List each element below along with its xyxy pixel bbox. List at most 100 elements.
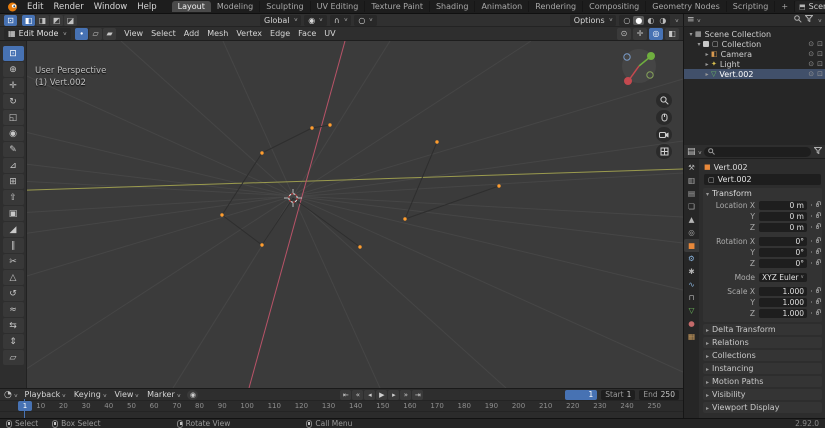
collapsed-panel-header[interactable]: Motion Paths	[703, 376, 822, 387]
outliner-row[interactable]: ▸ ✦ Light	[684, 59, 825, 69]
object-constraints-tab[interactable]: ⊓	[684, 291, 699, 304]
frame-start-field[interactable]: Start 1	[601, 390, 635, 400]
properties-editor-dropdown[interactable]: ▤	[687, 147, 701, 157]
playhead[interactable]: 1	[18, 401, 32, 411]
extrude-region-tool[interactable]: ⇧	[3, 190, 24, 205]
workspace-tab[interactable]: Texture Paint	[365, 1, 430, 12]
field-value[interactable]: 0 m	[759, 201, 807, 210]
animate-dot-icon[interactable]	[811, 240, 812, 242]
material-tab[interactable]: ●	[684, 317, 699, 330]
snapping-dropdown[interactable]: ∩	[330, 15, 352, 26]
cursor-tool[interactable]: ⊕	[3, 62, 24, 77]
expand-arrow-icon[interactable]: ▾	[687, 31, 695, 38]
scene-tab[interactable]: ▲	[684, 213, 699, 226]
collapsed-panel-header[interactable]: Delta Transform	[703, 324, 822, 335]
knife-tool[interactable]: ✂	[3, 254, 24, 269]
hide-in-viewport-icon[interactable]	[808, 40, 814, 48]
scale-tool[interactable]: ◱	[3, 110, 24, 125]
auto-keying-toggle[interactable]: ◉	[187, 390, 198, 400]
collection-checkbox[interactable]	[703, 41, 709, 47]
select-box-tool[interactable]: ⊡	[3, 46, 24, 61]
outliner-row[interactable]: ▾ ▢ Collection	[684, 39, 825, 49]
outliner-row[interactable]: ▸ ◧ Camera	[684, 49, 825, 59]
animate-dot-icon[interactable]	[811, 204, 812, 206]
active-tool-icon[interactable]: ⊡	[4, 15, 17, 26]
lock-icon[interactable]	[816, 225, 819, 229]
viewport-menu[interactable]: Edge	[266, 29, 294, 38]
poly-build-tool[interactable]: △	[3, 270, 24, 285]
editor-type-dropdown[interactable]: ≡	[687, 15, 700, 25]
field-value[interactable]: 1.000	[759, 287, 807, 296]
viewport-menu[interactable]: Add	[180, 29, 204, 38]
shear-tool[interactable]: ▱	[3, 350, 24, 365]
workspace-tab[interactable]: Compositing	[583, 1, 646, 12]
viewport-menu[interactable]: Select	[147, 29, 180, 38]
timeline-menu[interactable]: View	[111, 390, 142, 399]
field-value[interactable]: 1.000	[759, 298, 807, 307]
jump-to-start-button[interactable]: ⇤	[340, 390, 351, 400]
transform-orientation-dropdown[interactable]: Global	[260, 15, 301, 26]
texture-tab[interactable]: ▦	[684, 330, 699, 343]
expand-arrow-icon[interactable]: ▾	[695, 41, 703, 48]
annotate-tool[interactable]: ✎	[3, 142, 24, 157]
frame-end-field[interactable]: End 250	[639, 390, 679, 400]
shrink-fatten-tool[interactable]: ⇕	[3, 334, 24, 349]
workspace-tab[interactable]: Shading	[430, 1, 476, 12]
animate-dot-icon[interactable]	[811, 312, 812, 314]
toggle-perspective-button[interactable]	[656, 144, 672, 159]
current-frame-field[interactable]: 1	[565, 390, 597, 400]
viewport-canvas[interactable]	[0, 41, 683, 388]
bevel-tool[interactable]: ◢	[3, 222, 24, 237]
tool-tab[interactable]: ⚒	[684, 161, 699, 174]
topbar-menu[interactable]: Edit	[22, 2, 48, 12]
move-tool[interactable]: ✛	[3, 78, 24, 93]
shading-solid-button[interactable]: ●	[633, 16, 644, 25]
workspace-tab[interactable]: Animation	[475, 1, 529, 12]
field-value[interactable]: 0 m	[759, 212, 807, 221]
expand-arrow-icon[interactable]: ▸	[703, 71, 711, 78]
animate-dot-icon[interactable]	[811, 251, 812, 253]
mode-extend-button[interactable]: ◨	[36, 15, 49, 26]
breadcrumb-object-name[interactable]: Vert.002	[714, 163, 748, 172]
measure-tool[interactable]: ⊿	[3, 158, 24, 173]
topbar-menu[interactable]: Window	[89, 2, 133, 12]
collapsed-panel-header[interactable]: Instancing	[703, 363, 822, 374]
workspace-tab[interactable]: +	[775, 1, 795, 12]
properties-search-input[interactable]	[704, 147, 811, 157]
object-tab[interactable]: ■	[684, 239, 699, 252]
viewport-menu[interactable]: Mesh	[203, 29, 232, 38]
workspace-tab[interactable]: Scripting	[727, 1, 776, 12]
lock-icon[interactable]	[816, 289, 819, 293]
particles-tab[interactable]: ✱	[684, 265, 699, 278]
lock-icon[interactable]	[816, 239, 819, 243]
timeline-editor-dropdown[interactable]: ◔	[4, 390, 18, 400]
expand-arrow-icon[interactable]: ▸	[703, 61, 711, 68]
previous-frame-button[interactable]: ◂	[364, 390, 375, 400]
lock-icon[interactable]	[816, 300, 819, 304]
lock-icon[interactable]	[816, 261, 819, 265]
spin-tool[interactable]: ↺	[3, 286, 24, 301]
hide-in-viewport-icon[interactable]	[808, 70, 814, 78]
mode-set-button[interactable]: ◧	[22, 15, 35, 26]
camera-view-button[interactable]	[656, 127, 672, 142]
scene-selector[interactable]: ⬒ Scene ✕	[795, 1, 825, 12]
proportional-editing-dropdown[interactable]: ○	[354, 15, 377, 26]
hide-in-viewport-icon[interactable]	[808, 60, 814, 68]
shading-dropdown[interactable]	[673, 15, 679, 25]
workspace-tab[interactable]: Sculpting	[260, 1, 310, 12]
field-value[interactable]: 0 m	[759, 223, 807, 232]
disable-in-renders-icon[interactable]	[817, 40, 823, 48]
object-data-tab[interactable]: ▽	[684, 304, 699, 317]
field-value[interactable]: 0°	[759, 237, 807, 246]
field-value[interactable]: 1.000	[759, 309, 807, 318]
topbar-menu[interactable]: Render	[48, 2, 88, 12]
add-cube-tool[interactable]: ⊞	[3, 174, 24, 189]
lock-icon[interactable]	[816, 311, 819, 315]
collapsed-panel-header[interactable]: Visibility	[703, 389, 822, 400]
animate-dot-icon[interactable]	[811, 262, 812, 264]
timeline-menu[interactable]: Keying	[71, 390, 110, 399]
workspace-tab[interactable]: UV Editing	[311, 1, 366, 12]
overlays-dropdown[interactable]: ◎	[649, 28, 663, 40]
shading-material-preview-button[interactable]: ◐	[645, 16, 656, 25]
previous-keyframe-button[interactable]: «	[352, 390, 363, 400]
